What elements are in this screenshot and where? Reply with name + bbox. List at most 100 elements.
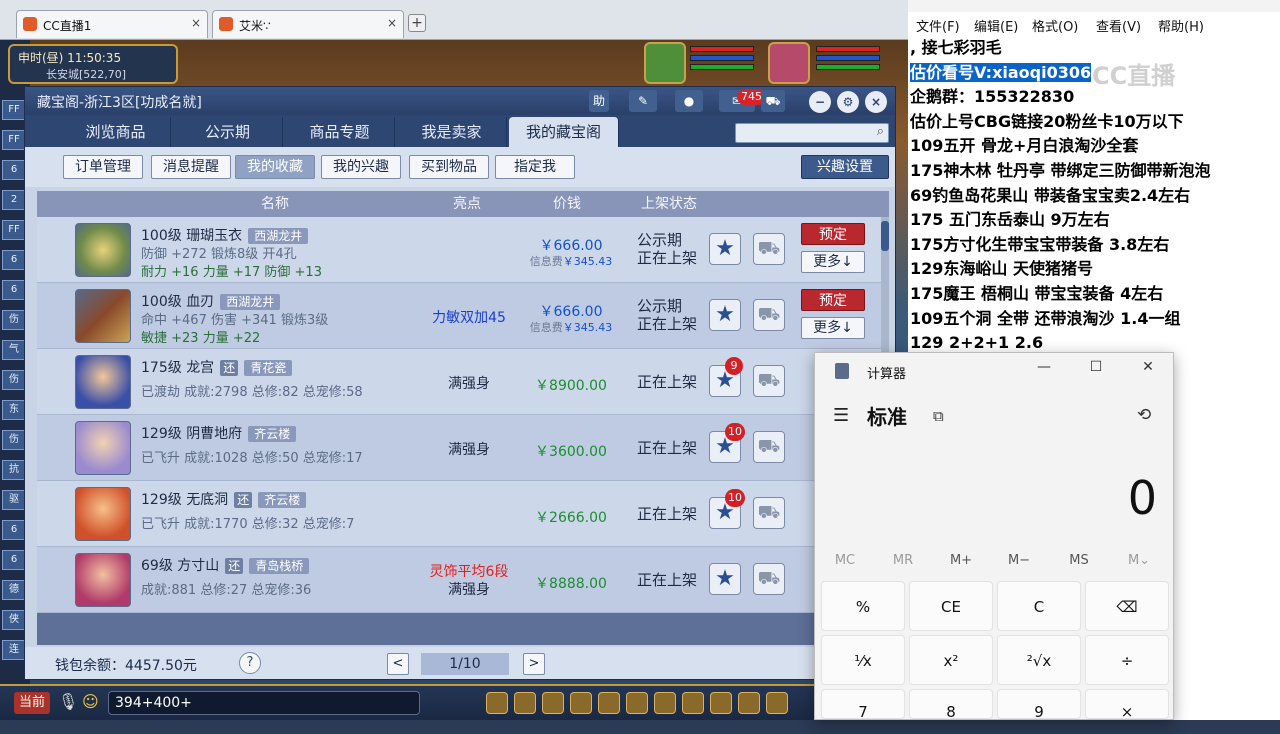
- cart-icon[interactable]: ⛟: [753, 497, 785, 529]
- left-toolbar-icon[interactable]: 伤: [2, 370, 26, 390]
- browser-tab-cc[interactable]: CC直播1 ×: [16, 10, 208, 38]
- help-icon[interactable]: ?: [239, 652, 261, 674]
- more-button[interactable]: 更多↓: [801, 317, 865, 339]
- next-page-button[interactable]: >: [523, 653, 545, 675]
- cart-icon[interactable]: ⛟: [761, 90, 785, 112]
- left-toolbar-icon[interactable]: 6: [2, 280, 26, 300]
- microphone-icon[interactable]: 🎙: [58, 692, 78, 714]
- left-toolbar-icon[interactable]: 6: [2, 550, 26, 570]
- percent-button[interactable]: %: [821, 581, 905, 631]
- game-menu-icon[interactable]: [626, 692, 648, 714]
- square-root-button[interactable]: ²√x: [997, 635, 1081, 685]
- keep-on-top-icon[interactable]: ⧉: [933, 407, 944, 425]
- star-icon[interactable]: ★: [709, 299, 741, 331]
- left-toolbar-icon[interactable]: 6: [2, 520, 26, 540]
- minimize-icon[interactable]: −: [809, 91, 831, 113]
- backspace-button[interactable]: ⌫: [1085, 581, 1169, 631]
- game-menu-icon[interactable]: [514, 692, 536, 714]
- left-toolbar-icon[interactable]: FF: [2, 220, 26, 240]
- minimize-icon[interactable]: —: [1029, 359, 1059, 379]
- tab-topics[interactable]: 商品专题: [285, 117, 395, 147]
- multiply-button[interactable]: ×: [1085, 689, 1169, 721]
- interests-button[interactable]: 我的兴趣: [321, 155, 401, 179]
- game-menu-icon[interactable]: [682, 692, 704, 714]
- character-avatar[interactable]: [75, 355, 131, 409]
- table-row[interactable]: 100级 珊瑚玉衣 西湖龙井 防御 +272 锻炼8级 开4孔 耐力 +16 力量…: [37, 217, 889, 283]
- browser-tab-aimi[interactable]: 艾米∵ ×: [212, 10, 404, 38]
- table-row[interactable]: 129级 无底洞还齐云楼 已飞升 成就:1770 总修:32 总宠修:7 ￥26…: [37, 481, 889, 547]
- star-icon[interactable]: ★: [709, 233, 741, 265]
- digit-7-button[interactable]: 7: [821, 689, 905, 721]
- left-toolbar-icon[interactable]: FF: [2, 100, 26, 120]
- close-icon[interactable]: ×: [865, 91, 887, 113]
- tab-seller[interactable]: 我是卖家: [397, 117, 507, 147]
- left-toolbar-icon[interactable]: 6: [2, 250, 26, 270]
- cart-icon[interactable]: ⛟: [753, 233, 785, 265]
- memory-list-button[interactable]: M⌄: [1115, 553, 1163, 568]
- scrollbar-thumb[interactable]: [881, 221, 889, 251]
- hamburger-menu-icon[interactable]: ☰: [833, 405, 849, 426]
- assigned-to-me-button[interactable]: 指定我: [495, 155, 575, 179]
- game-menu-icon[interactable]: [766, 692, 788, 714]
- table-row[interactable]: 129级 阴曹地府 齐云楼 已飞升 成就:1028 总修:50 总宠修:17 满强…: [37, 415, 889, 481]
- cart-icon[interactable]: ⛟: [753, 365, 785, 397]
- chat-input[interactable]: 394+400+: [108, 691, 420, 715]
- item-thumbnail[interactable]: [75, 289, 131, 343]
- left-toolbar-icon[interactable]: 伤: [2, 430, 26, 450]
- close-icon[interactable]: ✕: [1133, 359, 1163, 379]
- gear-icon[interactable]: ⚙: [837, 91, 859, 113]
- player-portrait[interactable]: [768, 42, 810, 84]
- star-icon[interactable]: ★: [709, 563, 741, 595]
- left-toolbar-icon[interactable]: FF: [2, 130, 26, 150]
- menu-edit[interactable]: 编辑(E): [974, 16, 1018, 35]
- close-icon[interactable]: ×: [387, 16, 397, 30]
- more-button[interactable]: 更多↓: [801, 251, 865, 273]
- clear-entry-button[interactable]: CE: [909, 581, 993, 631]
- game-menu-icon[interactable]: [570, 692, 592, 714]
- table-row[interactable]: 100级 血刃 西湖龙井 命中 +467 伤害 +341 锻炼3级 敏捷 +23 …: [37, 283, 889, 349]
- record-icon[interactable]: ●: [675, 90, 703, 112]
- memory-subtract-button[interactable]: M−: [995, 553, 1043, 568]
- game-menu-icon[interactable]: [654, 692, 676, 714]
- divide-button[interactable]: ÷: [1085, 635, 1169, 685]
- clear-button[interactable]: C: [997, 581, 1081, 631]
- game-menu-icon[interactable]: [710, 692, 732, 714]
- alerts-button[interactable]: 消息提醒: [151, 155, 231, 179]
- game-menu-icon[interactable]: [542, 692, 564, 714]
- left-toolbar-icon[interactable]: 侠: [2, 610, 26, 630]
- table-row[interactable]: 69级 方寸山还青岛栈桥 成就:881 总修:27 总宠修:36 灵饰平均6段 …: [37, 547, 889, 613]
- left-toolbar-icon[interactable]: 德: [2, 580, 26, 600]
- search-input[interactable]: ⌕: [735, 123, 889, 143]
- digit-8-button[interactable]: 8: [909, 689, 993, 721]
- emoji-icon[interactable]: ☺: [82, 692, 102, 714]
- menu-help[interactable]: 帮助(H): [1158, 16, 1204, 35]
- cart-icon[interactable]: ⛟: [753, 299, 785, 331]
- history-icon[interactable]: ⟲: [1137, 405, 1151, 425]
- square-button[interactable]: x²: [909, 635, 993, 685]
- left-toolbar-icon[interactable]: 气: [2, 340, 26, 360]
- close-icon[interactable]: ×: [191, 16, 201, 30]
- chat-channel-button[interactable]: 当前: [14, 692, 50, 714]
- tab-browse[interactable]: 浏览商品: [61, 117, 171, 147]
- menu-file[interactable]: 文件(F): [916, 16, 960, 35]
- table-row[interactable]: 175级 龙宫还青花瓷 已渡劫 成就:2798 总修:82 总宠修:58 满强身…: [37, 349, 889, 415]
- menu-format[interactable]: 格式(O): [1032, 16, 1078, 35]
- digit-9-button[interactable]: 9: [997, 689, 1081, 721]
- left-toolbar-icon[interactable]: 东: [2, 400, 26, 420]
- purchased-button[interactable]: 买到物品: [409, 155, 489, 179]
- left-toolbar-icon[interactable]: 连: [2, 640, 26, 660]
- cart-icon[interactable]: ⛟: [753, 431, 785, 463]
- reserve-button[interactable]: 预定: [801, 289, 865, 311]
- tab-my-pavilion[interactable]: 我的藏宝阁: [509, 117, 619, 147]
- game-menu-icon[interactable]: [598, 692, 620, 714]
- game-menu-icon[interactable]: [486, 692, 508, 714]
- orders-button[interactable]: 订单管理: [63, 155, 143, 179]
- tab-public-period[interactable]: 公示期: [173, 117, 283, 147]
- game-menu-icon[interactable]: [738, 692, 760, 714]
- left-toolbar-icon[interactable]: 2: [2, 190, 26, 210]
- add-tab-button[interactable]: +: [408, 14, 426, 32]
- left-toolbar-icon[interactable]: 伤: [2, 310, 26, 330]
- memory-clear-button[interactable]: MC: [821, 553, 869, 568]
- character-avatar[interactable]: [75, 421, 131, 475]
- character-avatar[interactable]: [75, 553, 131, 607]
